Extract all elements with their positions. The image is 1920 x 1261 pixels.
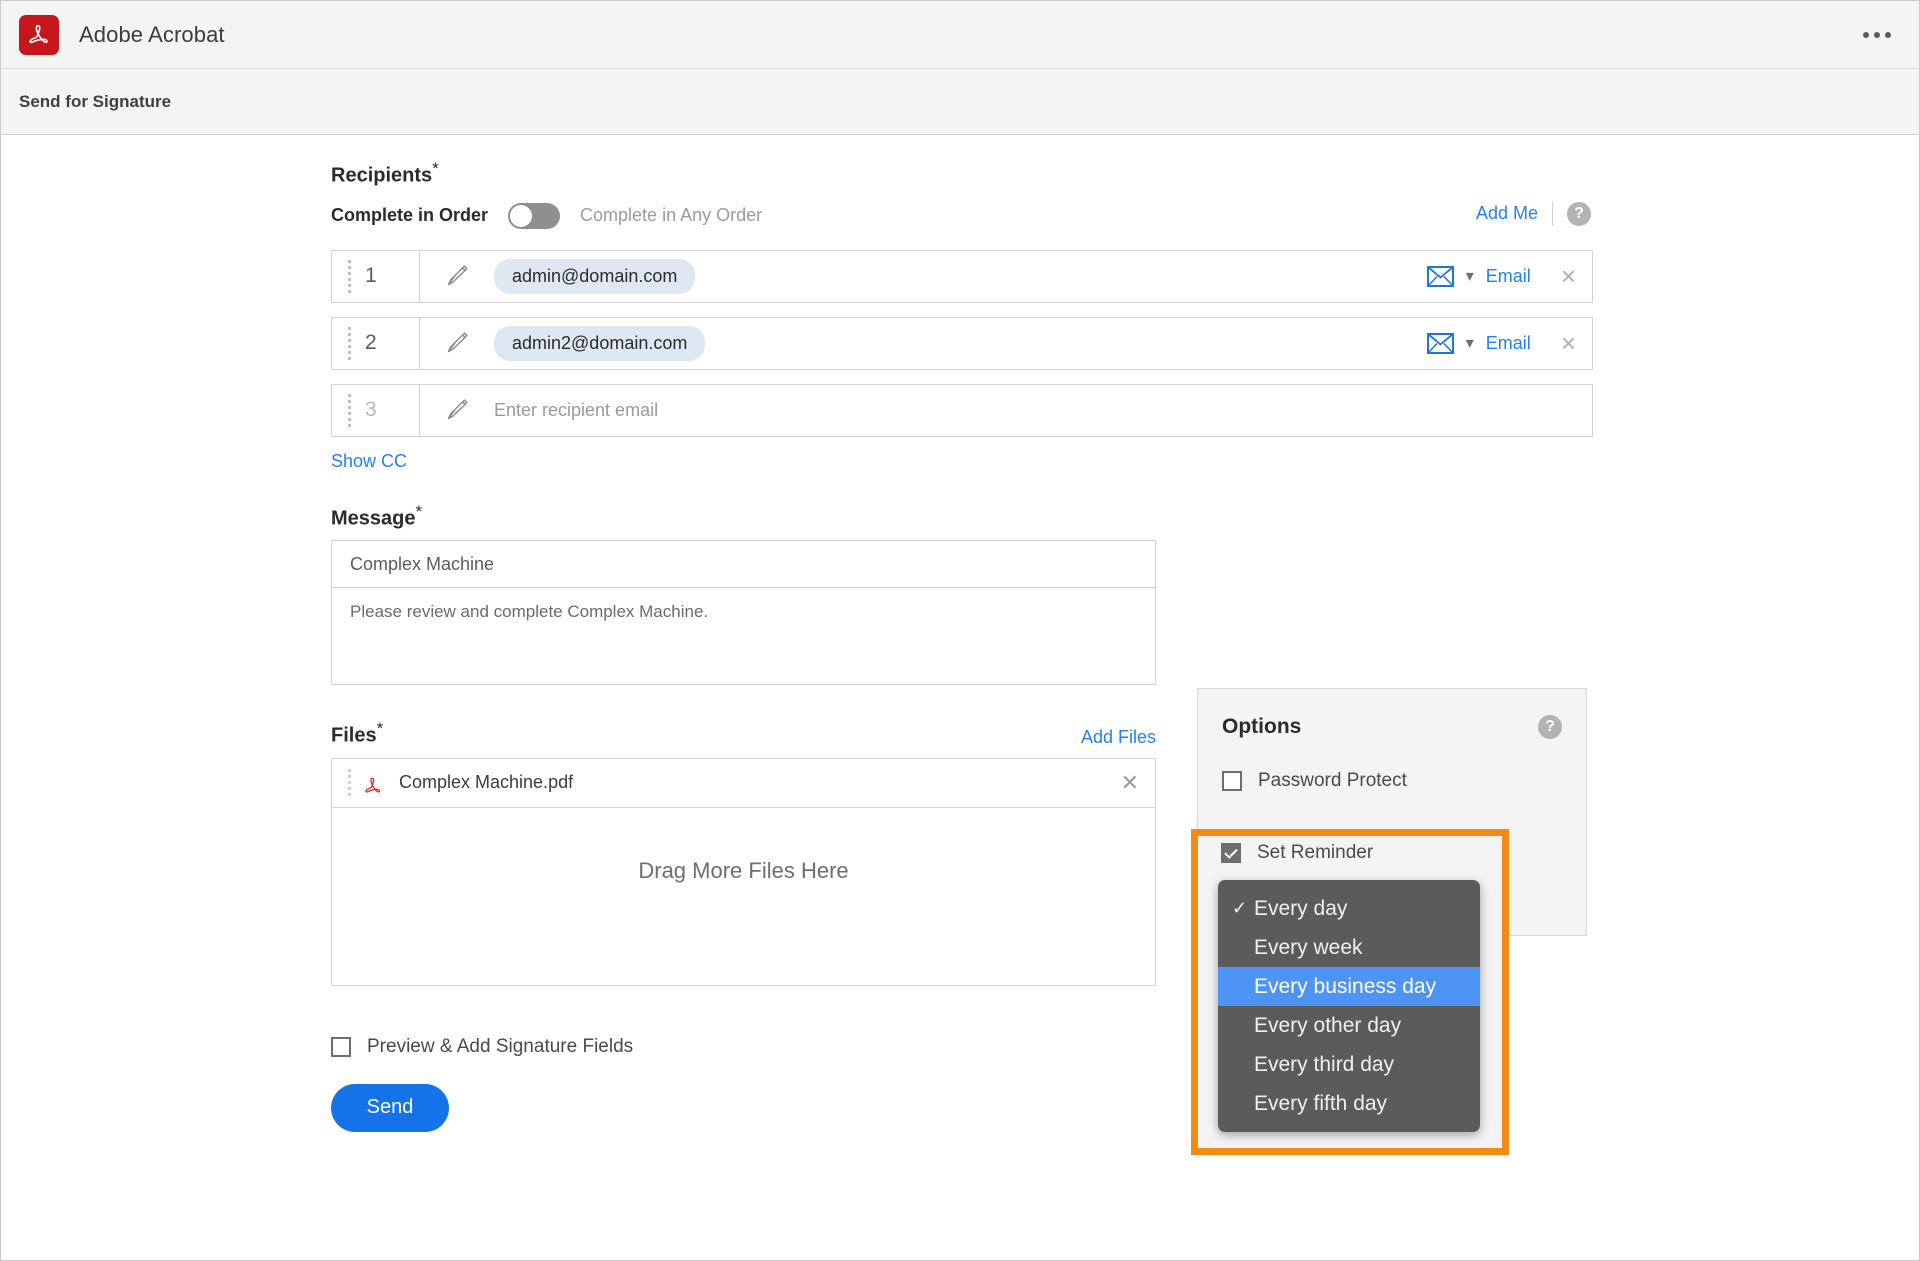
menu-item-label: Every business day xyxy=(1254,974,1437,998)
password-protect-label: Password Protect xyxy=(1258,770,1407,791)
recipients-help-icon[interactable]: ? xyxy=(1567,201,1591,226)
recipient-method-group: ▾ Email × xyxy=(1426,330,1592,356)
password-protect-checkbox[interactable] xyxy=(1222,771,1242,791)
complete-in-any-order-label: Complete in Any Order xyxy=(580,205,763,226)
recipient-email-chip[interactable]: admin2@domain.com xyxy=(494,325,706,361)
menu-item-every-day[interactable]: ✓ Every day xyxy=(1218,889,1480,928)
recipient-order-cell: 2 xyxy=(332,317,420,369)
table-row[interactable]: 2 admin2@domain.com ▾ Email × xyxy=(331,316,1593,370)
options-help-icon[interactable]: ? xyxy=(1538,715,1562,739)
adobe-acrobat-window: Adobe Acrobat Send for Signature Recipie… xyxy=(0,0,1920,1261)
divider xyxy=(1552,201,1553,226)
files-required-mark: * xyxy=(376,719,384,739)
recipient-method-group: ▾ Email × xyxy=(1426,263,1592,289)
set-reminder-checkbox[interactable] xyxy=(1221,843,1241,863)
message-section: Message* Complex Machine Please review a… xyxy=(331,502,1156,686)
signature-pen-icon xyxy=(420,263,494,289)
recipient-number: 3 xyxy=(365,398,377,422)
recipient-method-label[interactable]: Email xyxy=(1486,266,1531,287)
envelope-icon[interactable] xyxy=(1426,265,1454,287)
options-title: Options xyxy=(1222,715,1302,738)
title-bar: Adobe Acrobat xyxy=(1,1,1919,69)
reminder-frequency-dropdown[interactable]: ✓ Every day Every week Every business da… xyxy=(1218,880,1480,1132)
recipients-section-label: Recipients* xyxy=(331,159,1593,188)
set-reminder-label: Set Reminder xyxy=(1257,842,1374,863)
recipient-empty-row[interactable]: 3 Enter recipient email xyxy=(331,383,1593,437)
message-label-text: Message xyxy=(331,507,416,530)
menu-item-every-other-day[interactable]: Every other day xyxy=(1218,1006,1480,1045)
files-section-label: Files* xyxy=(331,719,383,748)
recipient-number: 2 xyxy=(365,331,377,355)
add-me-link[interactable]: Add Me xyxy=(1476,203,1538,224)
remove-recipient-icon[interactable]: × xyxy=(1561,330,1576,356)
files-label-text: Files xyxy=(331,724,377,747)
list-item[interactable]: Complex Machine.pdf ✕ xyxy=(331,757,1156,808)
chevron-down-icon[interactable]: ▾ xyxy=(1466,333,1474,353)
dropzone-label: Drag More Files Here xyxy=(638,857,849,883)
acrobat-logo-icon xyxy=(19,14,59,55)
drag-handle-icon[interactable] xyxy=(348,259,351,293)
menu-item-label: Every third day xyxy=(1254,1052,1395,1076)
complete-in-order-label: Complete in Order xyxy=(331,205,489,226)
add-me-group: Add Me ? xyxy=(1476,201,1591,226)
pdf-file-icon xyxy=(363,770,385,796)
recipient-email-chip[interactable]: admin@domain.com xyxy=(494,258,696,294)
message-body-textarea[interactable]: Please review and complete Complex Machi… xyxy=(331,588,1156,686)
ellipsis-menu-icon[interactable] xyxy=(1857,24,1897,46)
complete-in-order-toggle[interactable] xyxy=(508,202,561,229)
recipient-order-cell: 1 xyxy=(332,250,420,302)
recipients-label-text: Recipients xyxy=(331,164,433,187)
message-section-label: Message* xyxy=(331,502,1156,531)
option-password-protect[interactable]: Password Protect xyxy=(1222,761,1562,801)
recipient-email-input[interactable]: Enter recipient email xyxy=(494,400,658,421)
menu-item-label: Every day xyxy=(1254,896,1348,920)
show-cc-row: Show CC xyxy=(331,451,1593,472)
preview-signature-checkbox[interactable] xyxy=(331,1036,351,1057)
app-title: Adobe Acrobat xyxy=(79,21,225,47)
show-cc-link[interactable]: Show CC xyxy=(331,451,407,471)
menu-item-every-fifth-day[interactable]: Every fifth day xyxy=(1218,1084,1480,1123)
message-required-mark: * xyxy=(415,501,423,521)
add-files-link[interactable]: Add Files xyxy=(1081,727,1156,748)
drag-handle-icon[interactable] xyxy=(348,769,351,797)
main-content: Recipients* Complete in Order Complete i… xyxy=(1,135,1919,1260)
file-dropzone[interactable]: Drag More Files Here xyxy=(331,807,1156,986)
recipient-method-label[interactable]: Email xyxy=(1486,333,1531,354)
complete-order-toggle-row: Complete in Order Complete in Any Order … xyxy=(331,198,1593,234)
option-set-reminder[interactable]: Set Reminder xyxy=(1221,842,1373,864)
menu-item-label: Every other day xyxy=(1254,1013,1402,1037)
page-title: Send for Signature xyxy=(19,91,172,111)
menu-item-every-business-day[interactable]: Every business day xyxy=(1218,967,1480,1006)
recipients-required-mark: * xyxy=(432,159,439,178)
remove-file-icon[interactable]: ✕ xyxy=(1121,771,1139,794)
check-icon: ✓ xyxy=(1232,898,1248,918)
files-header: Files* Add Files xyxy=(331,719,1156,748)
signature-pen-icon xyxy=(420,397,494,423)
drag-handle-icon[interactable] xyxy=(348,326,351,360)
table-row[interactable]: 1 admin@domain.com ▾ Email × xyxy=(331,249,1593,303)
options-header: Options ? xyxy=(1222,715,1562,739)
signature-pen-icon xyxy=(420,330,494,356)
envelope-icon[interactable] xyxy=(1426,332,1454,354)
sub-header: Send for Signature xyxy=(1,69,1919,135)
preview-signature-label: Preview & Add Signature Fields xyxy=(367,1035,634,1057)
drag-handle-icon xyxy=(348,393,351,427)
menu-item-label: Every fifth day xyxy=(1254,1091,1388,1115)
file-name: Complex Machine.pdf xyxy=(399,772,574,793)
message-subject-input[interactable]: Complex Machine xyxy=(331,540,1156,589)
menu-item-every-week[interactable]: Every week xyxy=(1218,928,1480,967)
recipient-number: 1 xyxy=(365,264,377,288)
menu-item-label: Every week xyxy=(1254,935,1363,959)
menu-item-every-third-day[interactable]: Every third day xyxy=(1218,1045,1480,1084)
remove-recipient-icon[interactable]: × xyxy=(1561,263,1576,289)
send-button[interactable]: Send xyxy=(331,1083,449,1132)
recipient-order-cell: 3 xyxy=(332,384,420,436)
chevron-down-icon[interactable]: ▾ xyxy=(1466,266,1474,286)
